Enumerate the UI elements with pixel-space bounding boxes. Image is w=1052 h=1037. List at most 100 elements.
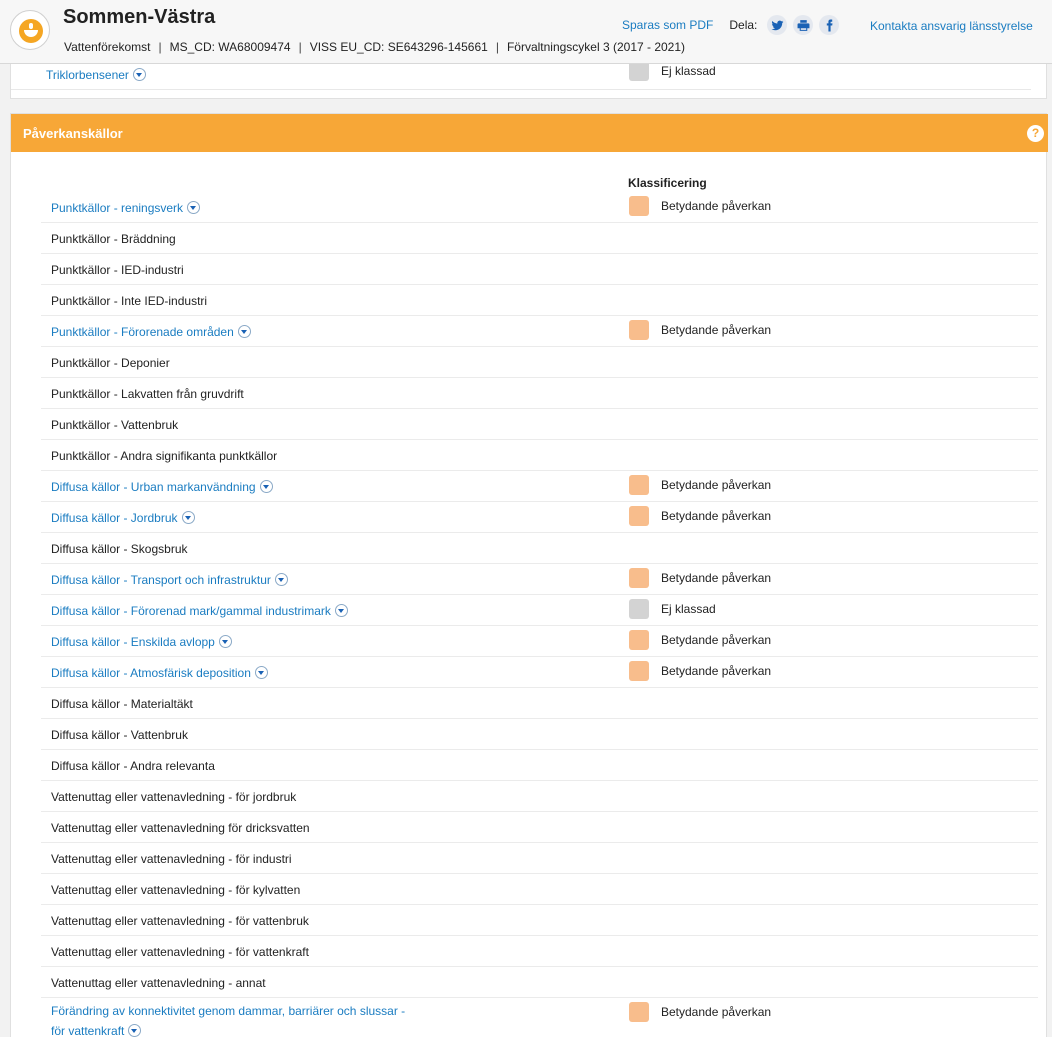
contact-authority-link[interactable]: Kontakta ansvarig länsstyrelse bbox=[870, 19, 1033, 33]
classification-cell: Betydande påverkan bbox=[629, 568, 771, 588]
table-row: Diffusa källor - Urban markanvändning Bet… bbox=[41, 471, 1038, 502]
table-row: Förändring av konnektivitet genom dammar… bbox=[41, 998, 1038, 1037]
table-row: Diffusa källor - Skogsbruk bbox=[41, 533, 1038, 564]
row-name-link[interactable]: Punktkällor - Förorenade områden bbox=[51, 325, 251, 339]
facebook-icon[interactable] bbox=[819, 15, 840, 35]
row-name: Vattenuttag eller vattenavledning för dr… bbox=[51, 821, 310, 835]
chevron-down-icon[interactable] bbox=[187, 201, 201, 214]
row-name: Punktkällor - Lakvatten från gruvdrift bbox=[51, 387, 244, 401]
help-icon[interactable]: ? bbox=[1027, 125, 1044, 142]
chevron-down-icon[interactable] bbox=[274, 573, 288, 586]
subtitle-eu-cd: VISS EU_CD: SE643296-145661 bbox=[309, 40, 488, 54]
table-row: Vattenuttag eller vattenavledning - anna… bbox=[41, 967, 1038, 998]
classification-label: Betydande påverkan bbox=[661, 571, 772, 585]
row-name: Diffusa källor - Materialtäkt bbox=[51, 697, 193, 711]
classification-swatch bbox=[629, 506, 649, 526]
classification-label: Betydande påverkan bbox=[661, 478, 772, 492]
row-name: Diffusa källor - Vattenbruk bbox=[51, 728, 188, 742]
row-name-text: Vattenuttag eller vattenavledning - för … bbox=[51, 914, 309, 928]
row-name: Punktkällor - Deponier bbox=[51, 356, 170, 370]
row-name-text: Diffusa källor - Materialtäkt bbox=[51, 697, 193, 711]
row-name-link[interactable]: Diffusa källor - Jordbruk bbox=[51, 511, 195, 525]
table-row: Vattenuttag eller vattenavledning - för … bbox=[41, 874, 1038, 905]
row-name: Vattenuttag eller vattenavledning - för … bbox=[51, 852, 292, 866]
classification-swatch bbox=[629, 61, 649, 81]
row-name-link[interactable]: Diffusa källor - Atmosfärisk deposition bbox=[51, 666, 268, 680]
row-name-link[interactable]: Diffusa källor - Urban markanvändning bbox=[51, 480, 273, 494]
save-pdf-link[interactable]: Sparas som PDF bbox=[622, 18, 713, 32]
share-label: Dela: bbox=[729, 18, 758, 32]
row-name-link[interactable]: Diffusa källor - Enskilda avlopp bbox=[51, 635, 232, 649]
subtitle-ms-cd: MS_CD: WA68009474 bbox=[169, 40, 291, 54]
classification-cell: Betydande påverkan bbox=[629, 1002, 771, 1022]
row-name-text: Diffusa källor - Urban markanvändning bbox=[51, 480, 256, 494]
row-name-link[interactable]: Triklorbensener bbox=[46, 68, 146, 82]
row-name-text: Triklorbensener bbox=[46, 68, 129, 82]
table-row: Punktkällor - Lakvatten från gruvdrift bbox=[41, 378, 1038, 409]
classification-cell: Betydande påverkan bbox=[629, 196, 771, 216]
table-row: Punktkällor - Förorenade områden Betydand… bbox=[41, 316, 1038, 347]
row-name: Punktkällor - Vattenbruk bbox=[51, 418, 178, 432]
row-name-text: Punktkällor - Lakvatten från gruvdrift bbox=[51, 387, 244, 401]
row-name-text: Diffusa källor - Andra relevanta bbox=[51, 759, 215, 773]
row-name-text: Diffusa källor - Skogsbruk bbox=[51, 542, 188, 556]
classification-label: Betydande påverkan bbox=[661, 1005, 772, 1019]
row-name-text: Diffusa källor - Förorenad mark/gammal i… bbox=[51, 604, 331, 618]
row-name-text: Vattenuttag eller vattenavledning för dr… bbox=[51, 821, 310, 835]
twitter-icon[interactable] bbox=[767, 15, 788, 35]
chevron-down-icon[interactable] bbox=[218, 635, 232, 648]
panel-header[interactable]: Påverkanskällor ? bbox=[11, 114, 1048, 152]
row-name-text: Förändring av konnektivitet genom dammar… bbox=[51, 1004, 406, 1037]
classification-cell: Betydande påverkan bbox=[629, 506, 771, 526]
row-name-link[interactable]: Förändring av konnektivitet genom dammar… bbox=[51, 1001, 411, 1037]
print-icon[interactable] bbox=[793, 15, 814, 35]
row-name-link[interactable]: Diffusa källor - Förorenad mark/gammal i… bbox=[51, 604, 348, 618]
table-row: Punktkällor - Andra signifikanta punktkä… bbox=[41, 440, 1038, 471]
classification-cell: Betydande påverkan bbox=[629, 320, 771, 340]
row-name: Vattenuttag eller vattenavledning - för … bbox=[51, 945, 309, 959]
pressure-sources-panel: Påverkanskällor ? Klassificering Punktkä… bbox=[10, 113, 1048, 1037]
classification-swatch bbox=[629, 630, 649, 650]
table-row: Punktkällor - Bräddning bbox=[41, 223, 1038, 254]
row-name-link[interactable]: Punktkällor - reningsverk bbox=[51, 201, 201, 215]
chevron-down-icon[interactable] bbox=[181, 511, 195, 524]
chevron-down-icon[interactable] bbox=[132, 68, 146, 81]
row-name-text: Diffusa källor - Jordbruk bbox=[51, 511, 178, 525]
water-drop-icon bbox=[19, 19, 43, 43]
table-row: Punktkällor - reningsverk Betydande påver… bbox=[41, 192, 1038, 223]
classification-swatch bbox=[629, 661, 649, 681]
table-row: Punktkällor - Deponier bbox=[41, 347, 1038, 378]
table-row: Diffusa källor - Jordbruk Betydande påver… bbox=[41, 502, 1038, 533]
chevron-down-icon[interactable] bbox=[334, 604, 348, 617]
row-name-text: Punktkällor - Bräddning bbox=[51, 232, 176, 246]
row-name-text: Vattenuttag eller vattenavledning - för … bbox=[51, 790, 297, 804]
chevron-down-icon[interactable] bbox=[254, 666, 268, 679]
row-name-text: Punktkällor - Andra signifikanta punktkä… bbox=[51, 449, 278, 463]
table-row: Diffusa källor - Förorenad mark/gammal i… bbox=[41, 595, 1038, 626]
row-name: Diffusa källor - Skogsbruk bbox=[51, 542, 188, 556]
row-name-text: Vattenuttag eller vattenavledning - anna… bbox=[51, 976, 266, 990]
table-row: Vattenuttag eller vattenavledning - för … bbox=[41, 905, 1038, 936]
table-row: Diffusa källor - Andra relevanta bbox=[41, 750, 1038, 781]
row-name: Diffusa källor - Andra relevanta bbox=[51, 759, 215, 773]
row-name: Punktkällor - Bräddning bbox=[51, 232, 176, 246]
classification-cell: Ej klassad bbox=[629, 599, 716, 619]
table-row: Punktkällor - Vattenbruk bbox=[41, 409, 1038, 440]
row-name-text: Vattenuttag eller vattenavledning - för … bbox=[51, 945, 309, 959]
classification-swatch bbox=[629, 196, 649, 216]
row-name-text: Diffusa källor - Atmosfärisk deposition bbox=[51, 666, 251, 680]
classification-column-header: Klassificering bbox=[628, 176, 707, 190]
row-name-text: Diffusa källor - Vattenbruk bbox=[51, 728, 188, 742]
row-name-text: Punktkällor - Förorenade områden bbox=[51, 325, 234, 339]
chevron-down-icon[interactable] bbox=[259, 480, 273, 493]
table-row: Diffusa källor - Transport och infrastru… bbox=[41, 564, 1038, 595]
page-header: Sommen-Västra Vattenförekomst | MS_CD: WA6… bbox=[0, 0, 1052, 64]
row-name-text: Diffusa källor - Transport och infrastru… bbox=[51, 573, 271, 587]
table-row: Vattenuttag eller vattenavledning - för … bbox=[41, 936, 1038, 967]
chevron-down-icon[interactable] bbox=[237, 325, 251, 338]
chevron-down-icon[interactable] bbox=[128, 1024, 142, 1037]
row-name-text: Punktkällor - reningsverk bbox=[51, 201, 184, 215]
viss-logo[interactable] bbox=[10, 10, 50, 50]
table-row: Triklorbensener Ej klassad bbox=[11, 61, 1031, 90]
row-name-link[interactable]: Diffusa källor - Transport och infrastru… bbox=[51, 573, 288, 587]
